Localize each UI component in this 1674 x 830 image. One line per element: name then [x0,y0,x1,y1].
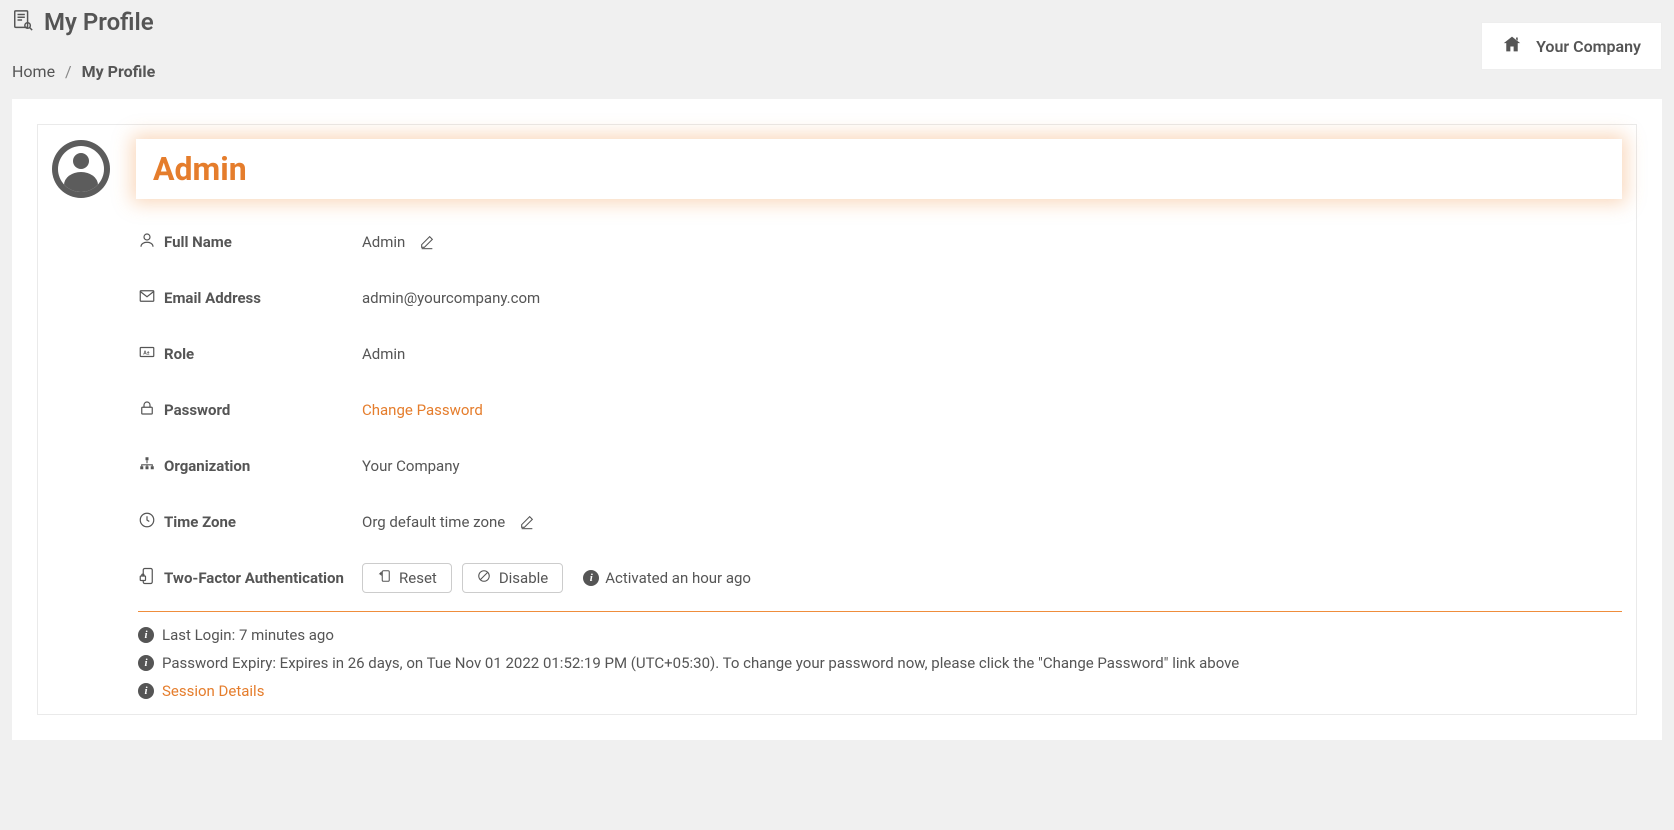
tfa-activated-text: i Activated an hour ago [583,569,751,587]
device-lock-icon [138,567,156,589]
session-details-link[interactable]: Session Details [162,682,264,700]
label-tfa: Two-Factor Authentication [138,567,362,589]
profile-card: Admin Full Name Admin [37,124,1637,715]
lock-icon [138,399,156,421]
company-selector[interactable]: Your Company [1481,22,1662,70]
row-timezone: Time Zone Org default time zone [138,507,1622,537]
label-full-name: Full Name [138,231,362,253]
value-timezone: Org default time zone [362,513,535,531]
edit-timezone-icon[interactable] [519,514,535,530]
profile-details: Full Name Admin [138,227,1622,612]
tfa-controls: Reset Disable i Activated an h [362,563,751,593]
tfa-disable-button[interactable]: Disable [462,563,563,593]
row-tfa: Two-Factor Authentication Reset [138,563,1622,593]
label-organization: Organization [138,455,362,477]
row-email: Email Address admin@yourcompany.com [138,283,1622,313]
breadcrumb-separator: / [65,62,72,81]
breadcrumb: Home / My Profile [12,62,1662,81]
breadcrumb-home[interactable]: Home [12,62,55,81]
row-role: A± Role Admin [138,339,1622,369]
password-expiry-row: i Password Expiry: Expires in 26 days, o… [138,654,1622,672]
avatar [52,140,110,198]
last-login-text: Last Login: 7 minutes ago [162,626,334,644]
role-badge-icon: A± [138,343,156,365]
row-password: Password Change Password [138,395,1622,425]
label-email: Email Address [138,287,362,309]
edit-full-name-icon[interactable] [419,234,435,250]
profile-page-icon [12,9,34,35]
label-role: A± Role [138,343,362,365]
organization-icon [138,455,156,477]
profile-header: Admin [52,139,1622,199]
row-organization: Organization Your Company [138,451,1622,481]
info-icon: i [138,683,154,699]
divider [138,611,1622,612]
value-role: Admin [362,345,405,363]
disable-icon [477,569,491,587]
home-icon [1502,35,1522,57]
user-icon [138,231,156,253]
page-title: My Profile [44,8,154,36]
reset-icon [377,569,391,587]
profile-display-name: Admin [136,139,1622,199]
breadcrumb-current: My Profile [82,62,156,81]
tfa-reset-button[interactable]: Reset [362,563,452,593]
value-organization: Your Company [362,457,460,475]
last-login-row: i Last Login: 7 minutes ago [138,626,1622,644]
company-name: Your Company [1536,37,1641,56]
main-content: Admin Full Name Admin [12,99,1662,740]
info-icon: i [583,570,599,586]
change-password-link[interactable]: Change Password [362,401,483,419]
info-icon: i [138,627,154,643]
info-icon: i [138,655,154,671]
label-password: Password [138,399,362,421]
value-full-name: Admin [362,233,435,251]
value-email: admin@yourcompany.com [362,289,540,307]
mail-icon [138,287,156,309]
password-expiry-text: Password Expiry: Expires in 26 days, on … [162,654,1239,672]
page-title-row: My Profile [12,8,1662,36]
page-header: My Profile Home / My Profile Your Compan… [0,0,1674,99]
label-timezone: Time Zone [138,511,362,533]
session-details-row: i Session Details [138,682,1622,700]
row-full-name: Full Name Admin [138,227,1622,257]
clock-icon [138,511,156,533]
svg-text:A±: A± [143,350,150,356]
